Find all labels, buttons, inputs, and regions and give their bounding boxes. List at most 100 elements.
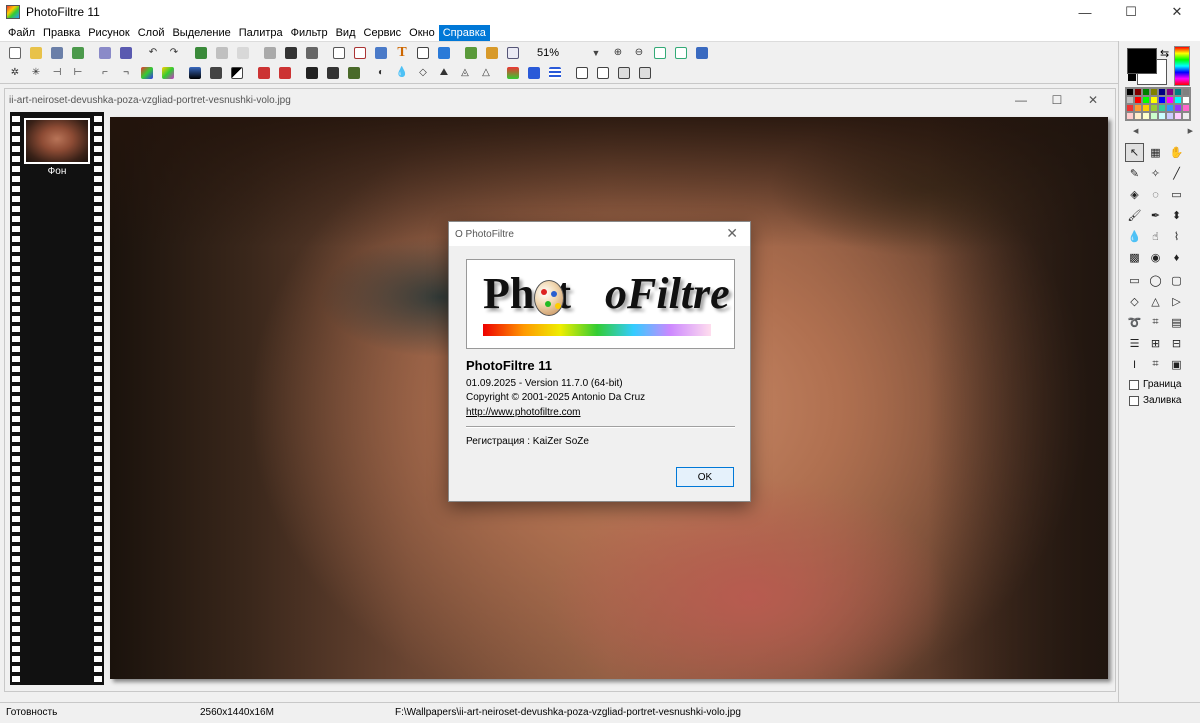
smudge-icon[interactable]: ☝ <box>1146 227 1165 246</box>
frame-color-icon[interactable] <box>504 64 522 82</box>
doc-maximize-button[interactable]: ☐ <box>1039 89 1075 111</box>
stamp-icon[interactable]: ⬍ <box>1167 206 1186 225</box>
canvas-size-icon[interactable] <box>351 44 369 62</box>
texture-icon[interactable] <box>345 64 363 82</box>
new-file-icon[interactable] <box>6 44 24 62</box>
brush-icon[interactable]: 🖌 <box>1125 206 1144 225</box>
transparency-icon[interactable] <box>303 44 321 62</box>
menu-view[interactable]: Вид <box>332 25 360 41</box>
window-mode-icon[interactable] <box>504 44 522 62</box>
paste-new-icon[interactable] <box>234 44 252 62</box>
blur-icon[interactable]: ◐ <box>372 64 390 82</box>
zoom-level[interactable]: 51% <box>531 45 583 61</box>
reset-colors-icon[interactable] <box>1128 73 1136 81</box>
open-shape-icon[interactable]: ▤ <box>1167 313 1186 332</box>
book-icon[interactable] <box>573 64 591 82</box>
automation-icon[interactable] <box>483 44 501 62</box>
curves-icon[interactable] <box>207 64 225 82</box>
menu-file[interactable]: Файл <box>4 25 39 41</box>
actual-size-icon[interactable] <box>651 44 669 62</box>
gray-square-icon[interactable] <box>261 44 279 62</box>
border-option[interactable]: Граница <box>1129 379 1181 390</box>
copy-icon[interactable] <box>192 44 210 62</box>
menu-layer[interactable]: Слой <box>134 25 169 41</box>
rectangle-shape-icon[interactable]: ▭ <box>1125 271 1144 290</box>
eraser-icon[interactable]: ▭ <box>1167 185 1186 204</box>
fill-checkbox[interactable] <box>1129 395 1139 406</box>
align-center-icon[interactable]: ☰ <box>1125 334 1144 353</box>
doc-minimize-button[interactable]: — <box>1003 89 1039 111</box>
layer-thumbnail[interactable] <box>24 118 90 164</box>
eyedropper-icon[interactable]: ✎ <box>1125 164 1144 183</box>
fit-window-icon[interactable] <box>672 44 690 62</box>
rounded-rect-shape-icon[interactable]: ▢ <box>1167 271 1186 290</box>
layout-icon[interactable] <box>594 64 612 82</box>
flip-right-icon[interactable]: ⊢ <box>69 64 87 82</box>
diamond-shape-icon[interactable]: ◇ <box>1125 292 1144 311</box>
palette-prev-icon[interactable]: ◀ <box>1133 127 1138 135</box>
rotate-right-icon[interactable]: ¬ <box>117 64 135 82</box>
crop-frame-icon[interactable]: ⌗ <box>1146 355 1165 374</box>
menu-window[interactable]: Окно <box>405 25 439 41</box>
color-grid-icon[interactable] <box>138 64 156 82</box>
transform-icon[interactable] <box>414 44 432 62</box>
advanced-brush-icon[interactable]: ✒ <box>1146 206 1165 225</box>
polygon-lasso-icon[interactable]: ⌗ <box>1146 313 1165 332</box>
image-size-icon[interactable] <box>330 44 348 62</box>
spray-icon[interactable]: ◌ <box>1146 185 1165 204</box>
scan-icon[interactable] <box>117 44 135 62</box>
rgb-adjust2-icon[interactable] <box>276 64 294 82</box>
menu-image[interactable]: Рисунок <box>84 25 134 41</box>
full-screen-icon[interactable] <box>693 44 711 62</box>
magic-wand-sparkle-icon[interactable]: ✲ <box>6 64 24 82</box>
border-checkbox[interactable] <box>1129 379 1139 390</box>
sparkle-icon[interactable]: ✳ <box>27 64 45 82</box>
effects-icon[interactable] <box>462 44 480 62</box>
ratio-32-icon[interactable]: ⊟ <box>1167 334 1186 353</box>
layer-manager-icon[interactable]: ▦ <box>1146 143 1165 162</box>
frame-blue-icon[interactable] <box>525 64 543 82</box>
menu-selection[interactable]: Выделение <box>168 25 234 41</box>
clone-brush-icon[interactable]: ⌇ <box>1167 227 1186 246</box>
fill-bucket-icon[interactable]: ◈ <box>1125 185 1144 204</box>
magic-wand-icon[interactable]: ✧ <box>1146 164 1165 183</box>
palette-next-icon[interactable]: ▶ <box>1188 127 1193 135</box>
menu-edit[interactable]: Правка <box>39 25 84 41</box>
triangle-shape-icon[interactable]: △ <box>1146 292 1165 311</box>
relief-icon[interactable]: △ <box>477 64 495 82</box>
fill-option[interactable]: Заливка <box>1129 395 1182 406</box>
color-spectrum[interactable] <box>1174 46 1190 86</box>
flip-left-icon[interactable]: ⊣ <box>48 64 66 82</box>
levels-icon[interactable] <box>186 64 204 82</box>
ellipse-shape-icon[interactable]: ◯ <box>1146 271 1165 290</box>
ratio-43-icon[interactable]: ⊞ <box>1146 334 1165 353</box>
zoom-dropdown-icon[interactable]: ▼ <box>589 45 603 61</box>
foreground-color-swatch[interactable] <box>1127 48 1157 74</box>
window-frame-icon[interactable]: ▣ <box>1167 355 1186 374</box>
line-icon[interactable]: ╱ <box>1167 164 1186 183</box>
undo-icon[interactable]: ↶ <box>144 44 162 62</box>
color-grid2-icon[interactable] <box>159 64 177 82</box>
about-website-link[interactable]: http://www.photofiltre.com <box>466 407 581 418</box>
strawberry-icon[interactable]: ♦ <box>1167 248 1186 267</box>
menu-palette[interactable]: Палитра <box>235 25 287 41</box>
triangle-right-shape-icon[interactable]: ▷ <box>1167 292 1186 311</box>
fill-frame-icon[interactable] <box>435 44 453 62</box>
dither-icon[interactable] <box>303 64 321 82</box>
redo-icon[interactable]: ↷ <box>165 44 183 62</box>
grid-icon[interactable]: ▩ <box>1125 248 1144 267</box>
save-as-icon[interactable] <box>69 44 87 62</box>
batch-icon[interactable] <box>615 64 633 82</box>
menu-tools[interactable]: Сервис <box>360 25 406 41</box>
open-folder-icon[interactable] <box>27 44 45 62</box>
menu-filter[interactable]: Фильтр <box>287 25 332 41</box>
menu-help[interactable]: Справка <box>438 24 490 41</box>
paste-icon[interactable] <box>213 44 231 62</box>
emboss-icon[interactable]: ◬ <box>456 64 474 82</box>
blur-drop-icon[interactable]: 💧 <box>1125 227 1144 246</box>
mosaic-icon[interactable] <box>324 64 342 82</box>
ok-button[interactable]: OK <box>676 467 734 487</box>
zoom-out-icon[interactable]: ⊖ <box>630 44 648 62</box>
rotate-left-icon[interactable]: ⌐ <box>96 64 114 82</box>
plugin-icon[interactable] <box>636 64 654 82</box>
